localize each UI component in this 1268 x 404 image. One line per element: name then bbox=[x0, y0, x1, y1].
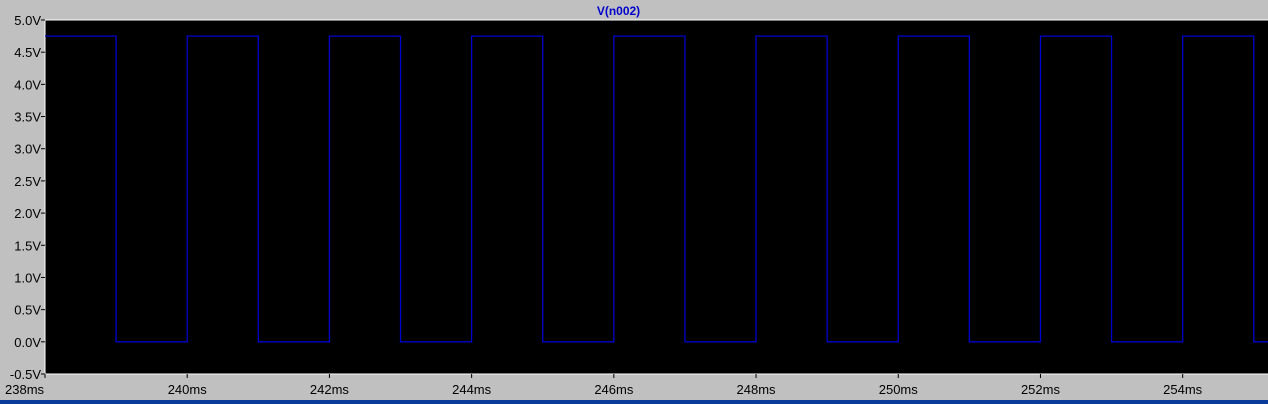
y-tick-label: 0.5V bbox=[14, 303, 41, 318]
x-tick-label: 242ms bbox=[310, 382, 350, 397]
x-tick-label: 238ms bbox=[5, 382, 45, 397]
y-tick-label: 1.5V bbox=[14, 238, 41, 253]
y-tick-label: 5.0V bbox=[14, 13, 41, 28]
waveform-plot-window: 5.0V 4.5V 4.0V 3.5V 3.0V 2.5V 2.0V 1.5V 1.0V 0.5V… bbox=[0, 0, 1268, 404]
x-tick-label: 244ms bbox=[452, 382, 492, 397]
x-tick-label: 240ms bbox=[168, 382, 208, 397]
trace-title[interactable]: V(n002) bbox=[597, 4, 640, 18]
x-tick-label: 250ms bbox=[879, 382, 919, 397]
y-tick-label: 2.0V bbox=[14, 206, 41, 221]
y-tick-label: 4.0V bbox=[14, 77, 41, 92]
plot-area[interactable] bbox=[44, 19, 1268, 375]
x-axis: 238ms 240ms 242ms 244ms 246ms 248ms 250ms 252ms… bbox=[5, 374, 1203, 397]
y-tick-label: 4.5V bbox=[14, 45, 41, 60]
y-tick-label: 2.5V bbox=[14, 174, 41, 189]
x-tick-label: 252ms bbox=[1021, 382, 1061, 397]
y-tick-label: 0.0V bbox=[14, 335, 41, 350]
x-tick-label: 248ms bbox=[737, 382, 777, 397]
y-axis: 5.0V 4.5V 4.0V 3.5V 3.0V 2.5V 2.0V 1.5V 1.0V 0.5V… bbox=[10, 13, 45, 382]
x-tick-label: 246ms bbox=[594, 382, 634, 397]
window-bottom-edge bbox=[0, 400, 1268, 404]
x-tick-label: 254ms bbox=[1163, 382, 1203, 397]
y-tick-label: -0.5V bbox=[10, 367, 41, 382]
y-tick-label: 3.0V bbox=[14, 142, 41, 157]
y-tick-label: 1.0V bbox=[14, 270, 41, 285]
waveform-chart[interactable]: 5.0V 4.5V 4.0V 3.5V 3.0V 2.5V 2.0V 1.5V 1.0V 0.5V… bbox=[0, 0, 1268, 404]
y-tick-label: 3.5V bbox=[14, 110, 41, 125]
